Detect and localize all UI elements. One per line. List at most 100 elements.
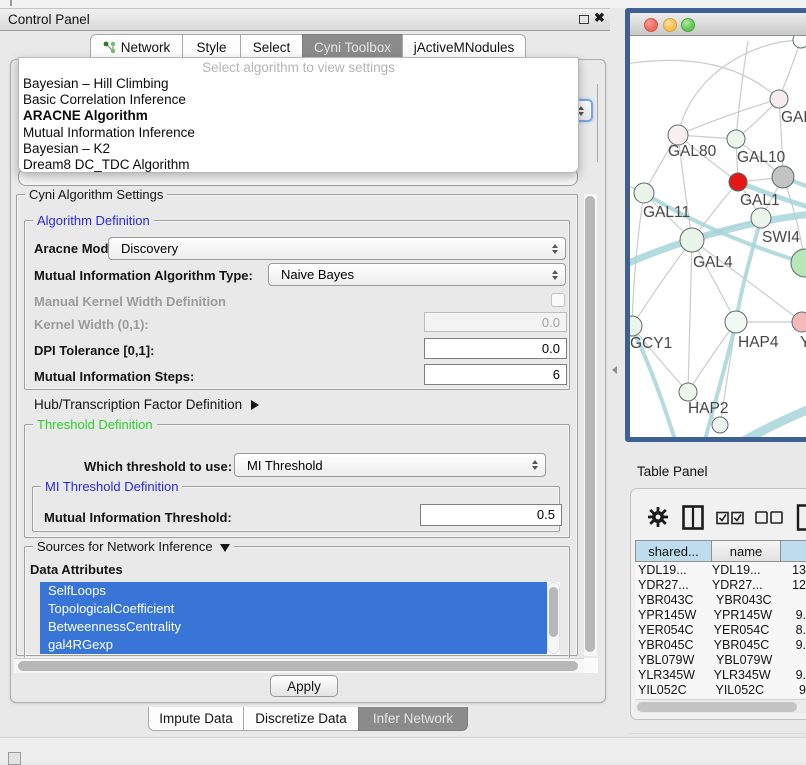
close-traffic-light[interactable]	[644, 18, 658, 32]
dpi-tolerance-field[interactable]: 0.0	[424, 338, 567, 359]
cyni-algorithm-settings-title: Cyni Algorithm Settings	[25, 187, 167, 202]
aracne-mode-combo[interactable]: Discovery	[108, 237, 566, 260]
table-row[interactable]: YLR345WYLR345W9.	[635, 667, 806, 682]
bottom-strip	[0, 737, 806, 762]
apply-button[interactable]: Apply	[270, 675, 338, 697]
table-row[interactable]: YIL052CYIL052C9	[635, 682, 806, 697]
data-attributes-list[interactable]: SelfLoopsTopologicalCoefficientBetweenne…	[40, 582, 560, 654]
mi-threshold-definition-title: MI Threshold Definition	[41, 479, 182, 494]
minimize-traffic-light[interactable]	[663, 18, 677, 32]
table-row[interactable]: YER054CYER054C8.	[635, 622, 806, 637]
algorithm-option[interactable]: ARACNE Algorithm	[19, 108, 578, 124]
tab-infer-network[interactable]: Infer Network	[358, 707, 468, 731]
table-header-extra[interactable]	[780, 540, 806, 562]
tab-label: Discretize Data	[255, 711, 347, 726]
attr-list-scrollbar[interactable]	[547, 582, 560, 654]
mi-threshold-field[interactable]: 0.5	[420, 504, 562, 526]
algorithm-dropdown-prompt: Select algorithm to view settings	[19, 58, 578, 76]
network-node-gal80[interactable]	[668, 125, 688, 145]
panel-splitter-handle[interactable]	[612, 366, 617, 374]
sources-title[interactable]: Sources for Network Inference	[33, 539, 234, 554]
table-hscrollbar-thumb[interactable]	[637, 702, 797, 712]
deselect-all-checkboxes-icon[interactable]	[755, 511, 783, 524]
table-hscrollbar[interactable]	[635, 699, 806, 713]
network-node[interactable]	[772, 166, 794, 188]
network-node-gal10[interactable]	[727, 130, 745, 148]
settings-hscrollbar[interactable]	[14, 658, 598, 673]
window-edge-tick	[10, 0, 12, 6]
data-attribute-item[interactable]: BetweennessCentrality	[40, 618, 547, 636]
attr-list-scrollbar-thumb[interactable]	[549, 587, 558, 637]
which-threshold-combo[interactable]: MI Threshold	[234, 453, 546, 477]
tab-label: Select	[253, 40, 291, 55]
data-attribute-item[interactable]: TopologicalCoefficient	[40, 600, 547, 618]
table-header-name[interactable]: name	[711, 540, 781, 562]
settings-hscrollbar-thumb[interactable]	[18, 661, 578, 671]
network-node-gal[interactable]	[770, 90, 788, 108]
tab-discretize-data[interactable]: Discretize Data	[243, 707, 358, 731]
network-window-titlebar[interactable]	[630, 13, 806, 36]
network-node-gcy1[interactable]	[630, 316, 642, 336]
network-canvas[interactable]: GALGAL80GAL10GAL1GAL11SWI4GAL4GCY1HAP4YH…	[630, 36, 806, 440]
table-row[interactable]: YPR145WYPR145W9.	[635, 607, 806, 622]
document-icon[interactable]	[796, 504, 806, 531]
table-row[interactable]: YDR27...YDR27...12	[635, 577, 806, 592]
hub-definition-expander[interactable]: Hub/Transcription Factor Definition	[34, 397, 259, 412]
manual-kernel-checkbox[interactable]	[551, 293, 565, 307]
settings-vscrollbar-thumb[interactable]	[585, 196, 595, 652]
close-icon[interactable]: ✖	[594, 10, 605, 26]
algorithm-option[interactable]: Basic Correlation Inference	[19, 92, 578, 108]
table-cell: YER054C	[635, 623, 712, 637]
table-row[interactable]: YBL079WYBL079W	[635, 652, 806, 667]
algorithm-dropdown-items: Bayesian – Hill ClimbingBasic Correlatio…	[19, 76, 578, 173]
columns-icon[interactable]	[682, 505, 704, 530]
bottom-tabbar: Impute Data Discretize Data Infer Network	[148, 707, 468, 731]
network-node-y[interactable]	[792, 312, 806, 332]
tab-label: Infer Network	[373, 711, 453, 726]
data-attribute-item[interactable]: gal4RGexp	[40, 636, 547, 654]
settings-vscrollbar[interactable]	[584, 194, 597, 656]
node-label-gal4: GAL4	[693, 254, 733, 271]
algorithm-option[interactable]: Bayesian – K2	[19, 141, 578, 157]
table-cell: YER054C	[712, 623, 781, 637]
data-attribute-item[interactable]: SelfLoops	[40, 582, 547, 600]
network-node-gal11[interactable]	[634, 183, 654, 203]
network-node-hap4[interactable]	[725, 311, 747, 333]
table-row[interactable]: YDL19...YDL19...13	[635, 562, 806, 577]
scrollbar-corner	[584, 658, 598, 673]
kernel-width-field[interactable]: 0.0	[424, 312, 567, 332]
zoom-traffic-light[interactable]	[681, 18, 695, 32]
node-label-hap2: HAP2	[688, 400, 729, 417]
network-node[interactable]	[712, 417, 728, 433]
network-node-gal1[interactable]	[729, 173, 747, 191]
algorithm-option[interactable]: Mutual Information Inference	[19, 125, 578, 141]
mi-type-combo[interactable]: Naive Bayes	[268, 263, 566, 286]
mi-steps-field[interactable]: 6	[424, 364, 567, 385]
algorithm-option[interactable]: Dream8 DC_TDC Algorithm	[19, 157, 578, 173]
table-cell: YLR345W	[712, 668, 781, 682]
select-all-checkboxes-icon[interactable]	[716, 511, 744, 525]
mi-type-value: Naive Bayes	[281, 267, 354, 282]
network-node-swi4[interactable]	[751, 208, 771, 228]
float-window-icon[interactable]	[579, 15, 589, 24]
top-strip	[0, 0, 806, 8]
table-header-shared[interactable]: shared...	[635, 540, 712, 562]
aracne-mode-value: Discovery	[121, 241, 178, 256]
tab-impute-data[interactable]: Impute Data	[148, 707, 243, 731]
algorithm-dropdown-popup: Select algorithm to view settings Bayesi…	[18, 57, 579, 173]
network-node-hap2[interactable]	[679, 383, 697, 401]
table-cell: YDL19...	[710, 563, 777, 577]
algorithm-option[interactable]: Bayesian – Hill Climbing	[19, 76, 578, 92]
network-node[interactable]	[793, 36, 806, 48]
network-node-gal4[interactable]	[680, 228, 704, 252]
minimized-panel-grip[interactable]	[8, 752, 21, 765]
expanded-arrow-icon	[220, 544, 230, 552]
network-view-window[interactable]: GALGAL80GAL10GAL1GAL11SWI4GAL4GCY1HAP4YH…	[625, 8, 806, 442]
collapsed-arrow-icon	[251, 400, 259, 410]
gear-icon[interactable]	[648, 506, 668, 528]
table-row[interactable]: YBR045CYBR045C9.	[635, 637, 806, 652]
node-label-gal: GAL	[781, 109, 806, 126]
table-row[interactable]: YBR043CYBR043C	[635, 592, 806, 607]
node-label-y: Y	[800, 334, 806, 351]
network-node[interactable]	[791, 249, 806, 277]
